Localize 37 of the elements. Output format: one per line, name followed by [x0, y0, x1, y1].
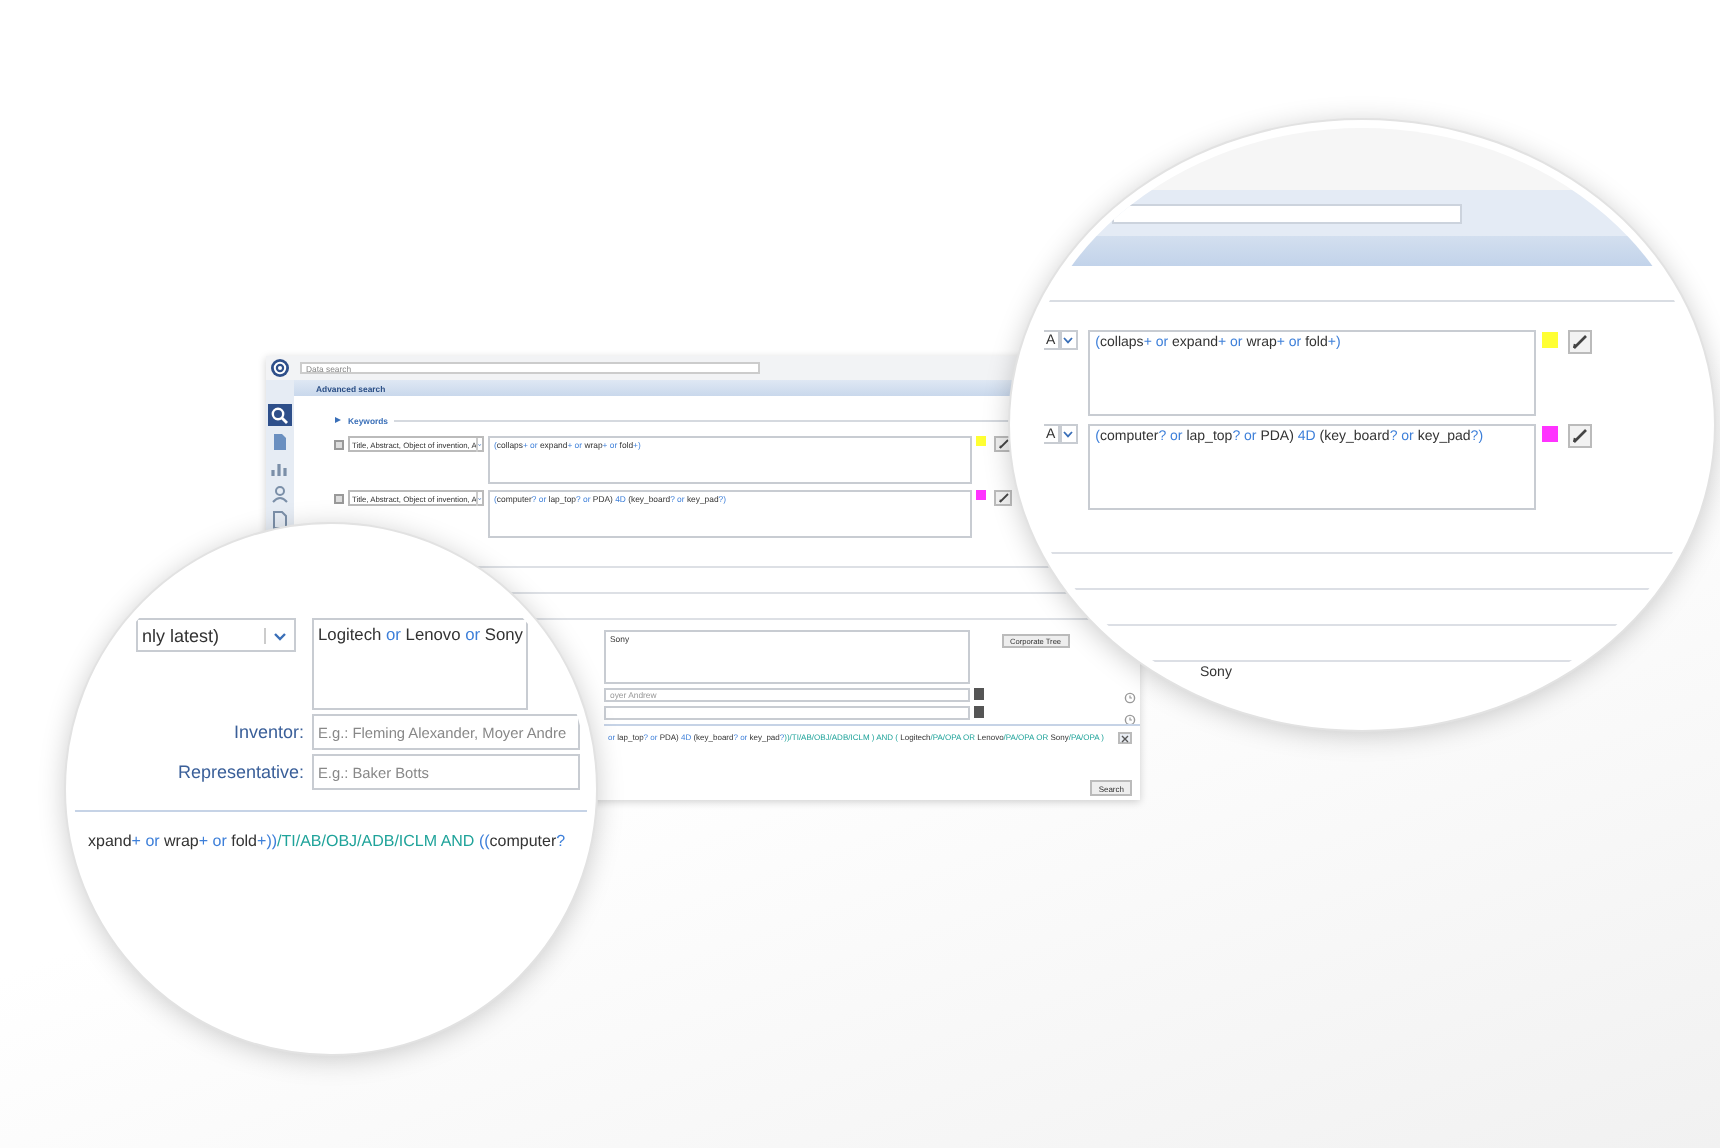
caret-icon — [476, 437, 482, 451]
person-icon — [270, 483, 290, 503]
caret-icon — [1062, 428, 1075, 440]
edit-button[interactable] — [994, 436, 1012, 452]
search-icon — [270, 405, 290, 425]
pencil-icon — [997, 438, 1009, 450]
edit-button[interactable] — [994, 490, 1012, 506]
handle-icon — [334, 494, 344, 504]
field-label: Inventor: — [231, 722, 304, 742]
color-swatch[interactable] — [976, 490, 986, 500]
representative-field[interactable] — [604, 706, 970, 720]
clock-icon — [1123, 692, 1136, 704]
caret-button[interactable] — [1059, 330, 1078, 350]
color-swatch[interactable] — [976, 436, 986, 446]
caret-icon — [1062, 334, 1075, 346]
close-button[interactable] — [1118, 732, 1132, 744]
document-icon — [270, 431, 290, 451]
edit-button[interactable] — [1567, 330, 1592, 354]
caret-icon — [476, 491, 482, 505]
edit-button[interactable] — [1567, 424, 1592, 448]
assignee-select[interactable]: nly latest) — [136, 618, 296, 652]
pencil-icon — [997, 492, 1009, 504]
color-swatch[interactable] — [1541, 426, 1558, 442]
search-field[interactable] — [1112, 203, 1462, 223]
logo-icon — [270, 358, 290, 378]
color-swatch[interactable] — [1541, 332, 1558, 348]
pencil-icon — [1569, 426, 1590, 446]
field-label: Representative: — [175, 762, 304, 782]
close-icon — [1120, 733, 1130, 743]
triangle-icon — [334, 416, 342, 424]
pencil-icon — [1569, 332, 1590, 352]
assignee-field[interactable]: Logitech or Lenovo or Sony — [312, 618, 528, 710]
caret-button[interactable] — [1059, 424, 1078, 444]
query-preview-text: xpand+ or wrap+ or fold+))/TI/AB/OBJ/ADB/ICLM AND ((computer? — [86, 832, 568, 850]
clock-icon — [1123, 714, 1136, 726]
sidebar-item[interactable] — [268, 404, 292, 426]
handle-icon — [334, 440, 344, 450]
